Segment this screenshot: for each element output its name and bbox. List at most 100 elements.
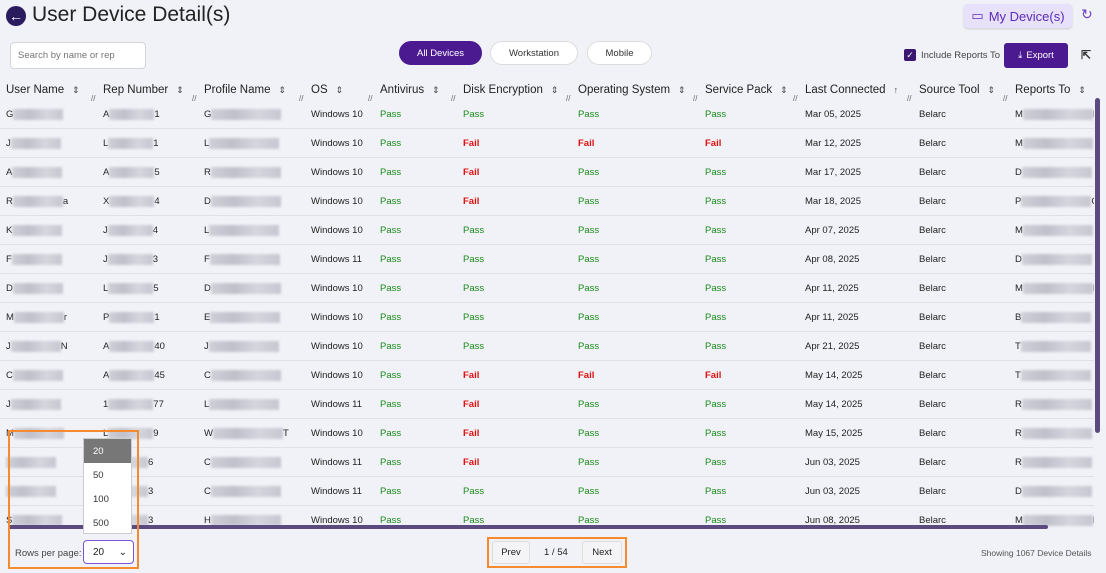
redacted-text — [12, 370, 63, 381]
visible-fragment: R — [1015, 428, 1022, 440]
visible-fragment: 6 — [148, 457, 154, 469]
back-arrow-icon[interactable]: ← — [6, 6, 26, 26]
cell-av: Pass — [380, 138, 402, 149]
prev-button[interactable]: Prev — [492, 541, 530, 564]
table-row[interactable]: D L 5 D Windows 10 Pass Pass Pass Pass Apr 11, 20… — [0, 274, 1094, 303]
cell-sp: Pass — [705, 428, 727, 439]
cell-av: Pass — [380, 167, 402, 178]
sort-icon[interactable]: ⇕ — [72, 85, 80, 96]
table-row[interactable]: C A 45 C Windows 10 Pass Fail Fail Fail May 14, 2… — [0, 361, 1094, 390]
table-row[interactable]: Mr P 1 E Windows 10 Pass Pass Pass Pass Apr 11, 2… — [0, 303, 1094, 332]
rows-per-page-select[interactable]: 20 ⌄ — [83, 540, 134, 564]
column-label: Rep Number — [103, 84, 169, 96]
rows-option-50[interactable]: 50 — [84, 463, 131, 487]
visible-fragment: T — [282, 428, 289, 440]
table-row[interactable]: A A 5 R Windows 10 Pass Fail Pass Pass Mar 17, 20… — [0, 158, 1094, 187]
cell-reports: ME — [1015, 283, 1094, 294]
cell-reports: T — [1015, 341, 1091, 352]
cell-user: J — [6, 138, 61, 149]
sort-icon[interactable]: ⇕ — [336, 85, 344, 96]
rows-option-100[interactable]: 100 — [84, 487, 131, 511]
cell-rep: P1 — [103, 312, 160, 323]
visible-fragment: 4 — [152, 225, 159, 237]
visible-fragment: C — [1091, 196, 1094, 207]
cell-reports: M — [1015, 138, 1093, 149]
cell-os: Windows 11 — [311, 486, 363, 497]
cell-disk: Pass — [463, 254, 485, 265]
cell-last: Apr 07, 2025 — [805, 225, 860, 236]
table-row[interactable]: F J 3 F Windows 11 Pass Pass Pass Pass Apr 08, 20… — [0, 245, 1094, 274]
table-row[interactable]: J L 1 L Windows 10 Pass Fail Fail Fail Mar 12, 20… — [0, 129, 1094, 158]
cell-tool: Belarc — [919, 341, 946, 352]
redacted-text — [1020, 341, 1091, 352]
cell-rep: A1 — [103, 109, 160, 120]
table-row[interactable]: 6 C Windows 11 Pass Fail Pass Pass Jun 03, 2025… — [0, 448, 1094, 477]
cell-user: K — [6, 225, 63, 236]
search-input[interactable] — [10, 42, 146, 69]
cell-disk: Pass — [463, 312, 485, 323]
visible-fragment: G — [204, 109, 212, 121]
cell-profile: E — [204, 312, 281, 323]
table-row[interactable]: M L 9 W T Windows 10 Pass Fail Pass Pass May 15, 2… — [0, 419, 1094, 448]
visible-fragment: D — [204, 283, 211, 295]
cell-last: Mar 05, 2025 — [805, 109, 861, 120]
my-devices-button[interactable]: ▭ My Device(s) — [964, 4, 1072, 28]
cell-opsys: Pass — [578, 457, 600, 468]
redacted-text — [10, 399, 61, 410]
filter-mobile[interactable]: Mobile — [587, 41, 652, 65]
sort-icon[interactable]: ⇕ — [780, 85, 788, 96]
table-row[interactable]: K J 4 L Windows 10 Pass Pass Pass Pass Apr 07, 20… — [0, 216, 1094, 245]
filter-all-devices[interactable]: All Devices — [399, 41, 482, 65]
table-row[interactable]: J 1 77 L Windows 11 Pass Fail Pass Pass May 14, 2… — [0, 390, 1094, 419]
table-row[interactable]: G A 1 G Windows 10 Pass Pass Pass Pass Mar 05, 20… — [0, 100, 1094, 129]
visible-fragment: R — [1015, 399, 1022, 411]
rows-option-500[interactable]: 500 — [84, 511, 131, 535]
export-button[interactable]: ⤓ Export — [1004, 43, 1068, 68]
visible-fragment: 5 — [153, 283, 159, 295]
redacted-text — [12, 196, 63, 207]
sort-icon[interactable]: ⇕ — [176, 85, 184, 96]
column-label: Profile Name — [204, 84, 271, 96]
cell-os: Windows 10 — [311, 225, 363, 236]
rows-option-20[interactable]: 20 — [84, 439, 131, 463]
horizontal-scrollbar[interactable] — [8, 525, 1048, 529]
column-label: User Name — [6, 84, 65, 96]
sort-ascending-icon[interactable]: ↑ — [894, 85, 899, 95]
cell-disk: Fail — [463, 167, 480, 178]
sort-icon[interactable]: ⇕ — [1078, 85, 1086, 96]
visible-fragment: D — [1015, 486, 1022, 498]
cell-av: Pass — [380, 196, 402, 207]
sort-icon[interactable]: ⇕ — [278, 85, 286, 96]
sort-icon[interactable]: ⇕ — [988, 85, 996, 96]
refresh-icon[interactable]: ↻ — [1081, 6, 1093, 23]
rows-per-page-label: Rows per page: — [15, 548, 82, 559]
cell-os: Windows 10 — [311, 283, 363, 294]
cell-av: Pass — [380, 370, 402, 381]
table-row[interactable]: J N A 40 J Windows 10 Pass Pass Pass Pass Apr 21, … — [0, 332, 1094, 361]
visible-fragment: 4 — [154, 196, 160, 208]
cell-reports: R — [1015, 457, 1092, 468]
cell-last: Apr 21, 2025 — [805, 341, 860, 352]
sort-icon[interactable]: ⇕ — [551, 85, 559, 96]
cell-disk: Pass — [463, 341, 485, 352]
include-reports-checkbox[interactable]: ✓ — [904, 49, 916, 61]
cell-last: May 14, 2025 — [805, 370, 863, 381]
column-label: Antivirus — [380, 84, 425, 96]
redacted-text — [1022, 109, 1093, 120]
vertical-scrollbar[interactable] — [1095, 98, 1100, 433]
redacted-text — [109, 370, 155, 381]
cell-sp: Pass — [705, 283, 727, 294]
table-row[interactable]: Ra X 4 D Windows 10 Pass Fail Pass Pass Mar 18, 2… — [0, 187, 1094, 216]
sort-icon[interactable]: ⇕ — [678, 85, 686, 96]
cell-tool: Belarc — [919, 486, 946, 497]
filter-workstation[interactable]: Workstation — [490, 41, 578, 65]
cell-sp: Pass — [705, 254, 727, 265]
rows-per-page-dropdown: 20 50 100 500 — [83, 438, 132, 534]
cell-opsys: Pass — [578, 428, 600, 439]
cell-sp: Pass — [705, 399, 727, 410]
table-row[interactable]: 3 C Windows 11 Pass Pass Pass Pass Jun 03, 2025… — [0, 477, 1094, 506]
collapse-icon[interactable]: ⇱ — [1081, 48, 1091, 62]
sort-icon[interactable]: ⇕ — [432, 85, 440, 96]
cell-opsys: Pass — [578, 254, 600, 265]
next-button[interactable]: Next — [582, 541, 622, 564]
